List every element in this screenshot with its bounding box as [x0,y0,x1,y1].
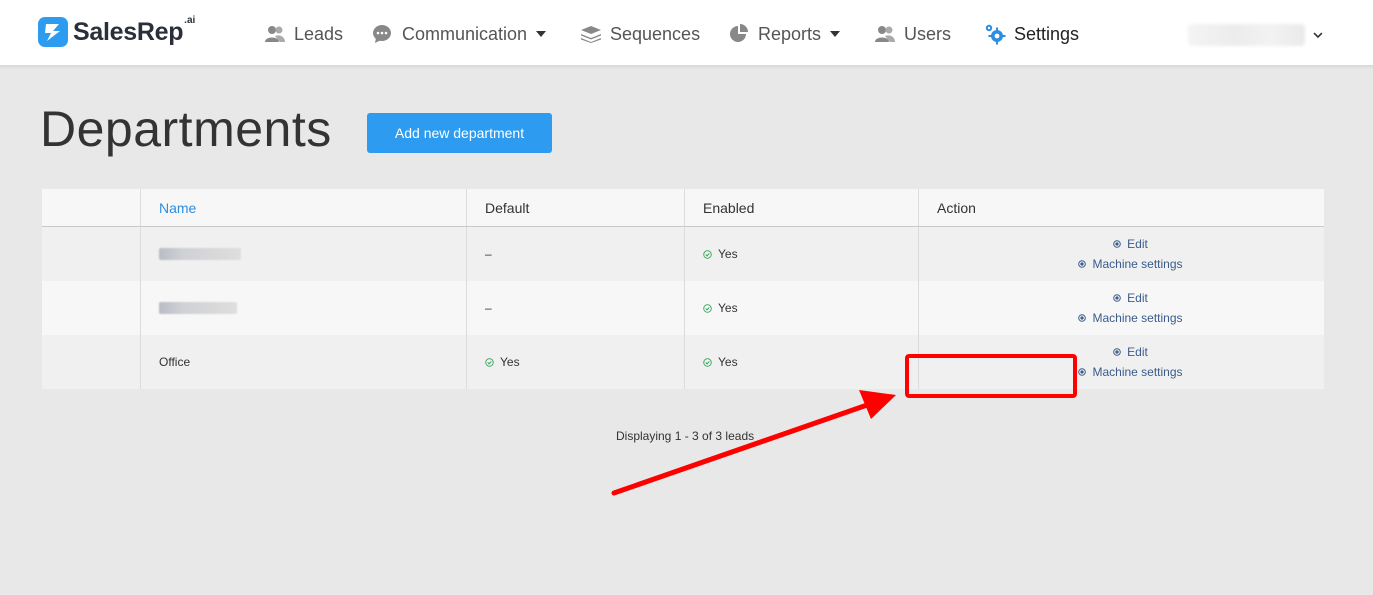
department-default: Yes [466,335,684,389]
department-enabled: Yes [684,227,918,281]
table-header: Name Default Enabled Action [42,189,1324,227]
machine-settings-link[interactable]: Machine settings [1078,362,1183,382]
users-icon [875,26,895,42]
table-row: – Yes Edit Machine settings [42,227,1324,281]
row-spacer [42,227,140,281]
salesrep-logo-icon [38,17,68,47]
check-circle-icon [485,357,494,367]
row-actions: Edit Machine settings [918,227,1324,281]
pagination-suffix: leads [722,429,755,443]
machine-settings-label: Machine settings [1092,257,1183,271]
top-navbar: SalesRep .ai Leads Communication Sequenc… [0,0,1373,66]
department-default: – [466,227,684,281]
machine-settings-link[interactable]: Machine settings [1078,254,1183,274]
nav-settings[interactable]: Settings [984,20,1079,48]
annotation-arrow-head [859,390,896,419]
edit-link[interactable]: Edit [1113,234,1148,254]
department-name [140,281,466,335]
enabled-value: Yes [718,355,738,369]
machine-settings-link[interactable]: Machine settings [1078,308,1183,328]
header-name[interactable]: Name [140,189,466,226]
edit-link-label: Edit [1127,291,1148,305]
check-circle-icon [703,249,712,259]
nav-sequences[interactable]: Sequences [580,20,700,48]
user-name-blurred [1188,24,1306,46]
brand-name: SalesRep [73,17,184,46]
pie-chart-icon [730,24,748,42]
row-actions: Edit Machine settings [918,335,1324,389]
nav-settings-label: Settings [1014,23,1080,44]
department-name: Office [140,335,466,389]
edit-link[interactable]: Edit [1113,342,1148,362]
pagination-range: 1 - 3 [674,429,699,443]
department-name [140,227,466,281]
radio-bullet-icon [1078,368,1087,376]
department-enabled: Yes [684,281,918,335]
table-row: – Yes Edit Machine settings [42,281,1324,335]
page-title: Departments [40,101,332,157]
header-default: Default [466,189,684,226]
edit-link-label: Edit [1127,345,1148,359]
user-menu[interactable] [1188,22,1323,48]
radio-bullet-icon [1078,260,1087,268]
brand-logo[interactable]: SalesRep .ai [37,14,195,50]
nav-communication-label: Communication [402,23,528,44]
chevron-down-icon [1313,32,1323,39]
check-circle-icon [703,357,712,367]
nav-sequences-label: Sequences [610,23,701,44]
header-action: Action [918,189,1324,226]
nav-users[interactable]: Users [874,20,951,48]
enabled-value: Yes [718,301,738,315]
departments-table: Name Default Enabled Action – Yes Edit M… [42,189,1324,389]
chat-icon [373,25,391,43]
caret-down-icon [830,31,841,37]
users-icon [265,26,285,42]
edit-link-label: Edit [1127,237,1148,251]
department-name-blurred [159,302,237,314]
nav-leads-label: Leads [294,23,344,44]
radio-bullet-icon [1078,314,1087,322]
row-actions: Edit Machine settings [918,281,1324,335]
department-enabled: Yes [684,335,918,389]
pagination-of: of [698,429,716,443]
nav-communication[interactable]: Communication [372,20,547,48]
caret-down-icon [536,31,547,37]
add-department-button[interactable]: Add new department [367,113,552,153]
radio-bullet-icon [1113,348,1121,356]
layers-icon [581,26,601,43]
check-circle-icon [703,303,712,313]
gears-icon [985,24,1006,45]
machine-settings-label: Machine settings [1092,311,1183,325]
default-value: Yes [500,355,520,369]
annotation-arrow-shaft [611,401,873,496]
header-spacer [42,189,140,226]
department-name-blurred [159,248,241,260]
machine-settings-label: Machine settings [1092,365,1183,379]
brand-suffix: .ai [184,14,196,26]
nav-reports-label: Reports [758,23,822,44]
nav-reports[interactable]: Reports [728,20,841,48]
table-row: Office Yes Yes Edit Machine settings [42,335,1324,389]
radio-bullet-icon [1113,294,1121,302]
row-spacer [42,281,140,335]
header-enabled: Enabled [684,189,918,226]
nav-users-label: Users [904,23,952,44]
pagination-info: Displaying 1 - 3 of 3 leads [616,429,754,443]
department-default: – [466,281,684,335]
pagination-prefix: Displaying [616,429,675,443]
edit-link[interactable]: Edit [1113,288,1148,308]
radio-bullet-icon [1113,240,1121,248]
row-spacer [42,335,140,389]
enabled-value: Yes [718,247,738,261]
nav-leads[interactable]: Leads [264,20,343,48]
